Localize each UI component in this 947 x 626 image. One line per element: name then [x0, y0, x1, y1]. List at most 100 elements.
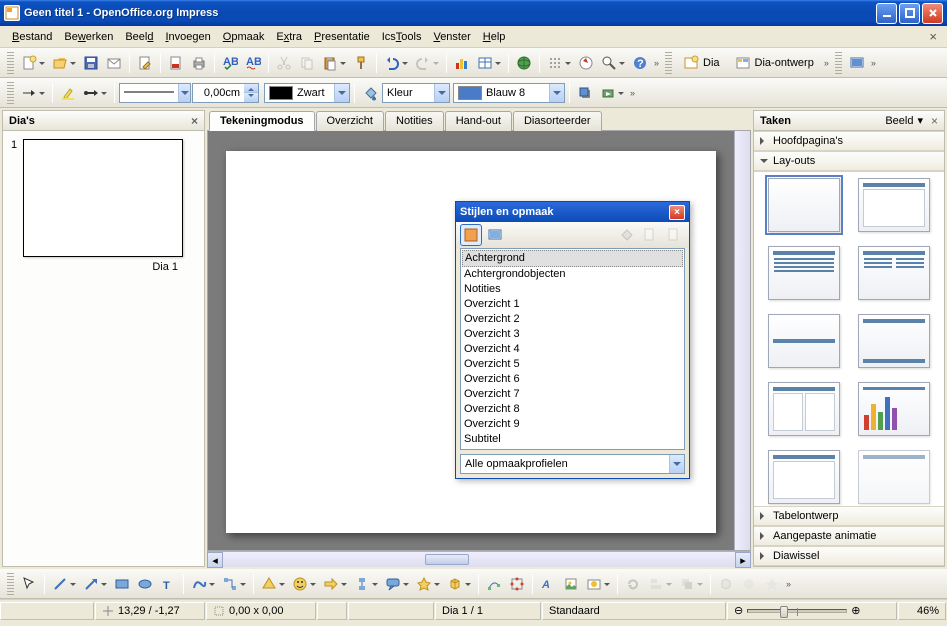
layout-title-content[interactable]	[768, 246, 840, 300]
minimize-button[interactable]	[876, 3, 897, 24]
curve-tool[interactable]	[188, 573, 218, 595]
style-item[interactable]: Overzicht 1	[462, 297, 683, 312]
toolbar-grip-2[interactable]	[665, 52, 672, 74]
fill-format-mode-button[interactable]	[615, 224, 637, 246]
line-width-spinner[interactable]	[244, 83, 259, 103]
edit-file-button[interactable]	[134, 52, 156, 74]
interaction-button[interactable]	[597, 82, 627, 104]
copy-button[interactable]	[296, 52, 318, 74]
zoom-in-icon[interactable]: ⊕	[851, 604, 860, 617]
tasks-view-label[interactable]: Beeld	[885, 115, 913, 127]
email-button[interactable]	[103, 52, 125, 74]
arrange-button[interactable]	[676, 573, 706, 595]
layout-title[interactable]	[858, 178, 930, 232]
style-item[interactable]: Overzicht 5	[462, 357, 683, 372]
stars-tool[interactable]	[413, 573, 443, 595]
style-item[interactable]: Overzicht 6	[462, 372, 683, 387]
tab-overzicht[interactable]: Overzicht	[316, 111, 384, 131]
layout-title-only[interactable]	[768, 314, 840, 368]
3d-objects-tool[interactable]	[444, 573, 474, 595]
tab-tekeningmodus[interactable]: Tekeningmodus	[209, 111, 315, 131]
slides-panel-close[interactable]: ×	[191, 114, 198, 128]
animation-button[interactable]	[761, 573, 783, 595]
block-arrows-tool[interactable]	[320, 573, 350, 595]
layout-chart[interactable]	[858, 382, 930, 436]
dia-ontwerp-button[interactable]: Dia-ontwerp	[728, 52, 821, 74]
close-button[interactable]	[922, 3, 943, 24]
connector-tool[interactable]	[219, 573, 249, 595]
toolbar-overflow[interactable]: »	[652, 58, 661, 68]
text-tool[interactable]: T	[157, 573, 179, 595]
horizontal-scrollbar[interactable]: ◂ ▸	[207, 551, 751, 567]
menu-bestand[interactable]: Bestand	[6, 29, 58, 45]
style-item[interactable]: Overzicht 3	[462, 327, 683, 342]
shadow-button[interactable]	[574, 82, 596, 104]
layout-centered[interactable]	[858, 314, 930, 368]
rotate-tool[interactable]	[622, 573, 644, 595]
menu-extra[interactable]: Extra	[270, 29, 308, 45]
new-button[interactable]	[18, 52, 48, 74]
hyperlink-button[interactable]	[513, 52, 535, 74]
dia-button[interactable]: Dia	[676, 52, 727, 74]
style-item[interactable]: Notities	[462, 282, 683, 297]
redo-button[interactable]	[412, 52, 442, 74]
style-item[interactable]: Subtitel	[462, 432, 683, 447]
line-tool[interactable]	[49, 573, 79, 595]
new-style-button[interactable]	[639, 224, 661, 246]
fill-type-select[interactable]: Kleur	[382, 83, 450, 103]
zoom-control[interactable]: ⊖ ⊕	[727, 602, 897, 620]
menu-help[interactable]: Help	[477, 29, 512, 45]
chart-button[interactable]	[451, 52, 473, 74]
save-button[interactable]	[80, 52, 102, 74]
layout-more-1[interactable]	[768, 450, 840, 504]
basic-shapes-tool[interactable]	[258, 573, 288, 595]
toolbar3-overflow[interactable]: »	[869, 58, 878, 68]
line-endings-button[interactable]	[80, 82, 110, 104]
menu-opmaak[interactable]: Opmaak	[217, 29, 271, 45]
print-button[interactable]	[188, 52, 210, 74]
autospell-button[interactable]: ABC	[242, 52, 264, 74]
arrow-style-button[interactable]	[18, 82, 48, 104]
zoom-percent[interactable]: 46%	[898, 602, 946, 620]
undo-button[interactable]	[381, 52, 411, 74]
from-file-button[interactable]	[560, 573, 582, 595]
fontwork-tool[interactable]: A	[537, 573, 559, 595]
toolbar2-overflow[interactable]: »	[822, 58, 831, 68]
vertical-scrollbar[interactable]	[734, 131, 750, 550]
update-style-button[interactable]	[663, 224, 685, 246]
arrow-tool[interactable]	[80, 573, 110, 595]
maximize-button[interactable]	[899, 3, 920, 24]
presentation-button[interactable]	[846, 52, 868, 74]
style-item[interactable]: Overzicht 7	[462, 387, 683, 402]
interaction2-button[interactable]	[738, 573, 760, 595]
slides-list[interactable]: 1 Dia 1	[3, 131, 204, 566]
gluepoints-tool[interactable]	[506, 573, 528, 595]
section-layouts[interactable]: Lay-outs	[754, 151, 944, 171]
menu-bewerken[interactable]: Bewerken	[58, 29, 119, 45]
navigator-button[interactable]	[575, 52, 597, 74]
gallery-button[interactable]	[583, 573, 613, 595]
layout-2content[interactable]	[768, 382, 840, 436]
menu-icstools[interactable]: IcsTools	[376, 29, 428, 45]
export-pdf-button[interactable]	[165, 52, 187, 74]
tasks-panel-close[interactable]: ×	[931, 114, 938, 128]
symbol-shapes-tool[interactable]	[289, 573, 319, 595]
style-item[interactable]: Overzicht 4	[462, 342, 683, 357]
toolbar-grip[interactable]	[7, 52, 14, 74]
select-tool[interactable]	[18, 573, 40, 595]
presentation-styles-button[interactable]	[484, 224, 506, 246]
callouts-tool[interactable]	[382, 573, 412, 595]
section-transition[interactable]: Diawissel	[754, 546, 944, 566]
line-style-select[interactable]	[119, 83, 191, 103]
line-width-input[interactable]: 0,00cm	[192, 83, 244, 103]
fill-bucket-button[interactable]	[359, 82, 381, 104]
toolbar4-overflow[interactable]: »	[628, 88, 637, 98]
style-item[interactable]: Overzicht 9	[462, 417, 683, 432]
section-animation[interactable]: Aangepaste animatie	[754, 526, 944, 546]
style-filter-select[interactable]: Alle opmaakprofielen	[460, 454, 685, 474]
points-edit-tool[interactable]	[483, 573, 505, 595]
grid-button[interactable]	[544, 52, 574, 74]
format-paintbrush-button[interactable]	[350, 52, 372, 74]
zoom-out-icon[interactable]: ⊖	[734, 604, 743, 617]
tab-handout[interactable]: Hand-out	[445, 111, 512, 131]
